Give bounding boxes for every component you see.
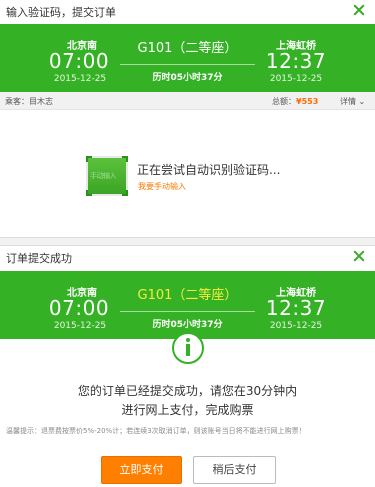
detail-toggle[interactable]: 详情 ⌄ <box>340 96 365 107</box>
route-line <box>120 64 255 65</box>
train-number: G101（二等座） <box>137 288 238 303</box>
duration: 历时05小时37分 <box>152 320 223 330</box>
passenger-label: 乘客：目木志 <box>5 97 53 106</box>
pay-now-button[interactable]: 立即支付 <box>101 456 182 484</box>
route-line <box>120 311 255 312</box>
corner-mark <box>122 156 128 162</box>
detail-label: 详情 <box>340 97 356 106</box>
manual-input-link[interactable]: 我要手动输入 <box>138 181 186 192</box>
info-icon-bar <box>186 344 190 356</box>
train-number: G101（二等座） <box>137 41 238 56</box>
success-message-line2: 进行网上支付，完成购票 <box>121 403 254 417</box>
arrival-date: 2015-12-25 <box>269 74 323 84</box>
total-label: 总额： <box>272 97 296 106</box>
train-info-band: 北京南 07:00 2015-12-25 G101（二等座） 历时05小时37分… <box>0 24 375 92</box>
total-price: 总额：¥553 <box>272 96 318 107</box>
arrival-time: 12:37 <box>265 296 327 320</box>
close-icon[interactable] <box>352 249 366 263</box>
panel-divider <box>0 238 375 245</box>
captcha-status-text: 正在尝试自动识别验证码... <box>137 163 281 177</box>
departure-date: 2015-12-25 <box>53 321 107 331</box>
corner-mark <box>86 156 92 162</box>
arrival-time: 12:37 <box>265 49 327 73</box>
pay-later-button[interactable]: 稍后支付 <box>193 456 276 484</box>
success-message-line1: 您的订单已经提交成功，请您在30分钟内 <box>77 384 298 398</box>
captcha-image[interactable]: 手动输入 <box>86 156 128 196</box>
dialog-titlebar: 订单提交成功 <box>0 246 375 270</box>
duration: 历时05小时37分 <box>152 73 223 83</box>
captcha-dialog: 输入验证码，提交订单 北京南 07:00 2015-12-25 G101（二等座… <box>0 0 375 238</box>
order-success-dialog: 订单提交成功 北京南 07:00 2015-12-25 G101（二等座） 历时… <box>0 245 375 487</box>
dialog-titlebar: 输入验证码，提交订单 <box>0 0 375 24</box>
dialog-title: 输入验证码，提交订单 <box>6 6 116 19</box>
close-icon[interactable] <box>352 3 366 17</box>
success-message: 您的订单已经提交成功，请您在30分钟内 进行网上支付，完成购票 <box>0 382 375 420</box>
total-amount: ¥553 <box>296 97 319 106</box>
departure-date: 2015-12-25 <box>53 74 107 84</box>
dialog-title: 订单提交成功 <box>6 252 72 265</box>
departure-time: 07:00 <box>48 49 110 73</box>
info-icon <box>172 332 204 364</box>
corner-mark <box>86 190 92 196</box>
chevron-down-icon: ⌄ <box>358 97 366 106</box>
passenger-bar: 乘客：目木志 总额：¥553 详情 ⌄ <box>0 92 375 110</box>
departure-time: 07:00 <box>48 296 110 320</box>
info-icon-dot <box>186 338 190 342</box>
warm-tip: 温馨提示：退票费按票价5%-20%计；若连续3次取消订单，则该账号当日将不能进行… <box>6 427 306 435</box>
corner-mark <box>122 190 128 196</box>
arrival-date: 2015-12-25 <box>269 321 323 331</box>
captcha-image-text: 手动输入 <box>90 172 117 180</box>
train-info-band: 北京南 07:00 2015-12-25 G101（二等座） 历时05小时37分… <box>0 271 375 339</box>
